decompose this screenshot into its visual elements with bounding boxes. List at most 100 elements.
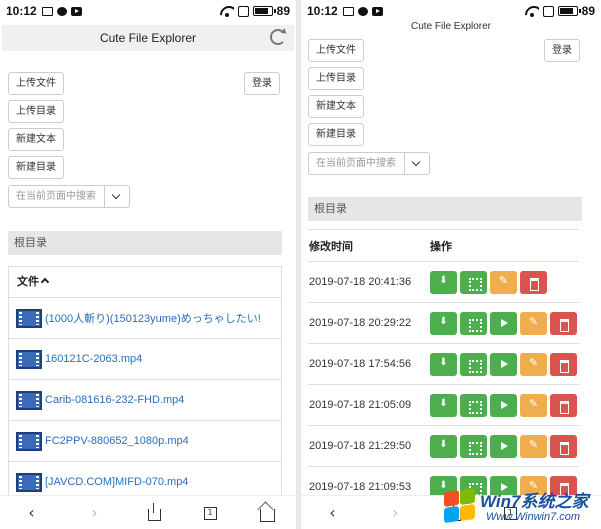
delete-icon[interactable] xyxy=(550,434,577,458)
search-input[interactable]: 在当前页面中搜索 xyxy=(308,152,405,175)
chat-icon xyxy=(357,6,368,16)
file-table: 文件 (1000人斬り)(150123yume)めっちゃしたい! 160121C… xyxy=(8,266,282,504)
file-name[interactable]: [JAVCD.COM]MIFD-070.mp4 xyxy=(45,476,188,488)
breadcrumb-root[interactable]: 根目录 xyxy=(8,231,282,255)
modified-time: 2019-07-18 21:05:09 xyxy=(309,399,412,411)
download-icon[interactable] xyxy=(430,352,457,376)
right-screen: 10:12 89 Cute File Explorer 上传文件 上传目录 新建… xyxy=(301,0,601,529)
search-input[interactable]: 在当前页面中搜索 xyxy=(8,185,105,208)
video-file-icon xyxy=(16,472,42,492)
table-row: 2019-07-18 17:54:56 xyxy=(308,344,579,385)
browser-nav-bar: ‹ › 1 xyxy=(0,495,296,529)
rename-icon[interactable] xyxy=(520,434,547,458)
back-icon[interactable]: ‹ xyxy=(322,503,342,522)
play-icon[interactable] xyxy=(490,311,517,335)
file-name[interactable]: Carib-081616-232-FHD.mp4 xyxy=(45,394,184,406)
qrcode-icon[interactable] xyxy=(460,270,487,294)
detail-table: 修改时间 操作 2019-07-18 20:41:36 2019-07-18 20… xyxy=(308,229,579,508)
upload-file-button[interactable]: 上传文件 xyxy=(308,39,364,62)
delete-icon[interactable] xyxy=(550,352,577,376)
sort-up-icon xyxy=(40,277,50,287)
search-group: 在当前页面中搜索 xyxy=(8,185,130,208)
action-buttons: 上传文件 上传目录 新建文本 新建目录 xyxy=(8,72,64,184)
delete-icon[interactable] xyxy=(520,270,547,294)
forward-icon[interactable]: › xyxy=(85,503,105,522)
new-text-button[interactable]: 新建文本 xyxy=(308,95,364,118)
chat-icon xyxy=(56,6,67,16)
file-row[interactable]: FC2PPV-880652_1080p.mp4 xyxy=(9,421,281,462)
video-icon xyxy=(70,6,82,16)
upload-file-button[interactable]: 上传文件 xyxy=(8,72,64,95)
video-file-icon xyxy=(16,349,42,369)
play-icon[interactable] xyxy=(490,352,517,376)
breadcrumb-root[interactable]: 根目录 xyxy=(308,197,582,221)
tabs-icon[interactable]: 1 xyxy=(203,507,217,520)
new-dir-button[interactable]: 新建目录 xyxy=(8,156,64,179)
video-file-icon xyxy=(16,431,42,451)
sim-icon xyxy=(542,5,554,17)
new-text-button[interactable]: 新建文本 xyxy=(8,128,64,151)
file-row[interactable]: (1000人斬り)(150123yume)めっちゃしたい! xyxy=(9,298,281,339)
mail-icon xyxy=(342,6,354,16)
chevron-down-icon[interactable] xyxy=(405,152,430,175)
table-row: 2019-07-18 20:41:36 xyxy=(308,262,579,303)
file-row[interactable]: Carib-081616-232-FHD.mp4 xyxy=(9,380,281,421)
chevron-down-icon[interactable] xyxy=(105,185,130,208)
qrcode-icon[interactable] xyxy=(460,311,487,335)
rename-icon[interactable] xyxy=(520,352,547,376)
wifi-icon xyxy=(220,6,234,17)
qrcode-icon[interactable] xyxy=(460,352,487,376)
row-actions xyxy=(430,352,577,376)
share-icon[interactable] xyxy=(147,502,161,521)
delete-icon[interactable] xyxy=(550,393,577,417)
detail-table-header: 修改时间 操作 xyxy=(308,230,579,262)
status-time: 10:12 xyxy=(307,4,338,18)
app-header: Cute File Explorer xyxy=(2,25,294,51)
download-icon[interactable] xyxy=(430,311,457,335)
rename-icon[interactable] xyxy=(520,311,547,335)
status-time: 10:12 xyxy=(6,4,37,18)
video-file-icon xyxy=(16,390,42,410)
status-bar: 10:12 89 xyxy=(0,0,296,22)
download-icon[interactable] xyxy=(430,434,457,458)
play-icon[interactable] xyxy=(490,434,517,458)
file-row[interactable]: 160121C-2063.mp4 xyxy=(9,339,281,380)
rename-icon[interactable] xyxy=(490,270,517,294)
qrcode-icon[interactable] xyxy=(460,434,487,458)
forward-icon[interactable]: › xyxy=(385,503,405,522)
download-icon[interactable] xyxy=(430,270,457,294)
file-name[interactable]: (1000人斬り)(150123yume)めっちゃしたい! xyxy=(45,310,261,326)
login-button[interactable]: 登录 xyxy=(244,72,280,95)
file-column-header[interactable]: 文件 xyxy=(9,267,281,298)
watermark-url: Www.Winwin7.com xyxy=(486,511,581,523)
download-icon[interactable] xyxy=(430,393,457,417)
watermark: Win7系统之家 Www.Winwin7.com xyxy=(442,487,597,527)
table-row: 2019-07-18 20:29:22 xyxy=(308,303,579,344)
battery-icon xyxy=(557,6,581,16)
modified-time: 2019-07-18 17:54:56 xyxy=(309,358,412,370)
battery-icon xyxy=(252,6,276,16)
home-icon[interactable] xyxy=(259,508,275,522)
app-title: Cute File Explorer xyxy=(99,31,197,45)
file-name[interactable]: 160121C-2063.mp4 xyxy=(45,353,142,365)
file-name[interactable]: FC2PPV-880652_1080p.mp4 xyxy=(45,435,189,447)
qrcode-icon[interactable] xyxy=(460,393,487,417)
login-button[interactable]: 登录 xyxy=(544,39,580,62)
refresh-icon[interactable] xyxy=(270,29,286,45)
new-dir-button[interactable]: 新建目录 xyxy=(308,123,364,146)
action-buttons: 上传文件 上传目录 新建文本 新建目录 xyxy=(308,39,364,151)
upload-dir-button[interactable]: 上传目录 xyxy=(8,100,64,123)
app-title: Cute File Explorer xyxy=(410,21,492,32)
col-modified[interactable]: 修改时间 xyxy=(308,238,430,254)
file-header-label: 文件 xyxy=(17,276,39,288)
video-icon xyxy=(371,6,383,16)
upload-dir-button[interactable]: 上传目录 xyxy=(308,67,364,90)
search-group: 在当前页面中搜索 xyxy=(308,152,430,175)
back-icon[interactable]: ‹ xyxy=(22,503,42,522)
sim-icon xyxy=(237,5,249,17)
table-row: 2019-07-18 21:05:09 xyxy=(308,385,579,426)
delete-icon[interactable] xyxy=(550,311,577,335)
rename-icon[interactable] xyxy=(520,393,547,417)
video-file-icon xyxy=(16,308,42,328)
play-icon[interactable] xyxy=(490,393,517,417)
